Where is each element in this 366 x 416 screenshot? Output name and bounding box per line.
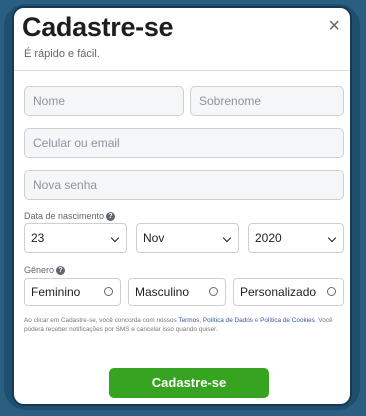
birth-day-select[interactable]: 23 — [24, 223, 127, 253]
radio-icon[interactable] — [209, 287, 218, 296]
gender-option-label: Personalizado — [240, 285, 317, 299]
chevron-down-icon — [222, 233, 232, 243]
page-title: Cadastre-se — [22, 12, 174, 42]
radio-icon[interactable] — [104, 287, 113, 296]
gender-option-label: Feminino — [31, 285, 81, 299]
birth-label-text: Data de nascimento — [24, 211, 105, 221]
gender-option-female[interactable]: Feminino — [24, 278, 121, 306]
birth-month-select[interactable]: Nov — [136, 223, 239, 253]
contact-input[interactable] — [24, 128, 344, 158]
chevron-down-icon — [327, 233, 337, 243]
birth-year-select[interactable]: 2020 — [248, 223, 344, 253]
terms-text: Ao clicar em Cadastre-se, você concorda … — [24, 316, 344, 334]
help-icon[interactable]: ? — [106, 212, 116, 222]
last-name-input[interactable] — [190, 86, 344, 116]
header-divider — [14, 70, 350, 71]
gender-option-male[interactable]: Masculino — [128, 278, 226, 306]
gender-option-custom[interactable]: Personalizado — [233, 278, 344, 306]
birth-day-value: 23 — [31, 231, 45, 245]
birth-month-value: Nov — [143, 231, 165, 245]
signup-modal: Cadastre-se É rápido e fácil. × Data de … — [12, 6, 352, 406]
help-icon[interactable]: ? — [56, 266, 66, 276]
data-policy-link[interactable]: Política de Dados — [203, 317, 253, 324]
terms-link[interactable]: Termos — [178, 317, 199, 324]
gender-label: Gênero? — [24, 265, 66, 276]
close-icon[interactable]: × — [328, 16, 340, 36]
birth-year-value: 2020 — [255, 231, 282, 245]
signup-button[interactable]: Cadastre-se — [109, 368, 269, 398]
gender-label-text: Gênero — [24, 265, 55, 275]
gender-option-label: Masculino — [135, 285, 190, 299]
terms-prefix: Ao clicar em Cadastre-se, você concorda … — [24, 317, 179, 324]
page-subtitle: É rápido e fácil. — [24, 48, 100, 60]
password-input[interactable] — [24, 170, 344, 200]
chevron-down-icon — [110, 233, 120, 243]
birth-label: Data de nascimento? — [24, 211, 116, 222]
first-name-input[interactable] — [24, 86, 184, 116]
cookie-policy-link[interactable]: Política de Cookies — [260, 317, 315, 324]
radio-icon[interactable] — [327, 287, 336, 296]
